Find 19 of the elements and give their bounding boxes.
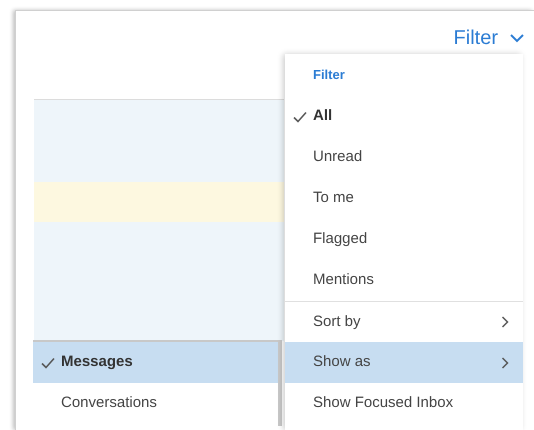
message-row[interactable] bbox=[34, 222, 284, 341]
filter-dropdown-button[interactable]: Filter bbox=[454, 23, 524, 53]
menu-item[interactable]: Mentions bbox=[285, 260, 523, 301]
menu-item[interactable]: All bbox=[285, 96, 523, 137]
message-row[interactable] bbox=[34, 182, 284, 222]
chevron-right-icon bbox=[501, 356, 509, 368]
checkmark-icon bbox=[293, 110, 307, 122]
menu-item[interactable]: Show Focused Inbox bbox=[285, 383, 523, 424]
chevron-right-icon bbox=[501, 316, 509, 328]
chevron-down-icon bbox=[510, 33, 524, 43]
menu-item[interactable]: Messages bbox=[33, 342, 278, 383]
menu-item[interactable]: Unread bbox=[285, 137, 523, 178]
checkmark-icon bbox=[41, 356, 55, 368]
message-row[interactable] bbox=[34, 100, 284, 182]
menu-heading: Filter bbox=[313, 66, 345, 84]
menu-item[interactable]: Show as bbox=[285, 342, 523, 383]
menu-item[interactable]: Flagged bbox=[285, 219, 523, 260]
menu-item[interactable]: Conversations bbox=[33, 383, 278, 424]
menu-item[interactable]: To me bbox=[285, 178, 523, 219]
